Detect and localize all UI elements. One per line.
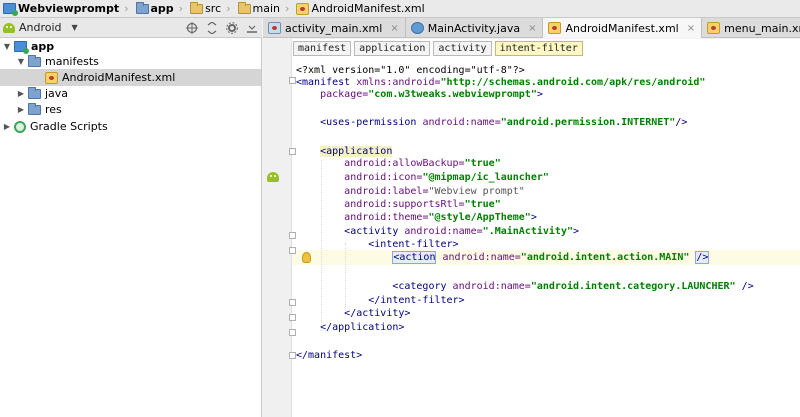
- project-tree: ▼ app ▼ manifests AndroidManifest.xml ▶ …: [0, 38, 262, 417]
- fold-marker[interactable]: [289, 352, 296, 359]
- editor-gutter: [263, 39, 292, 417]
- xml-crumb-manifest[interactable]: manifest: [293, 41, 352, 56]
- chevron-right-icon[interactable]: ▶: [2, 122, 12, 131]
- breadcrumb-file[interactable]: AndroidManifest.xml: [293, 0, 428, 18]
- fold-marker[interactable]: [289, 314, 296, 321]
- close-icon[interactable]: ×: [528, 23, 536, 34]
- gear-icon[interactable]: [225, 21, 238, 34]
- menu-file-icon: [707, 22, 721, 34]
- xml-crumb-intent-filter[interactable]: intent-filter: [494, 41, 583, 56]
- code-line-17: <category android:name="android.intent.c…: [392, 281, 754, 292]
- breadcrumb-project[interactable]: Webviewprompt ›: [0, 0, 133, 18]
- xml-file-icon: [296, 2, 310, 15]
- tab-menu-main[interactable]: menu_main.xml ×: [702, 18, 800, 38]
- xml-crumb-activity[interactable]: activity: [433, 41, 492, 56]
- folder-icon: [28, 86, 41, 99]
- folder-icon: [28, 54, 41, 67]
- code-line-15: <action android:name="android.intent.act…: [392, 251, 710, 264]
- breadcrumb-main[interactable]: main ›: [235, 0, 294, 18]
- chevron-right-icon: ›: [285, 2, 290, 15]
- chevron-right-icon[interactable]: ▶: [16, 105, 26, 114]
- java-file-icon: [410, 22, 424, 34]
- folder-icon: [28, 102, 41, 115]
- tree-node-gradle-scripts[interactable]: ▶ Gradle Scripts: [0, 118, 261, 135]
- fold-marker[interactable]: [289, 77, 296, 84]
- tree-node-res[interactable]: ▶ res: [0, 101, 261, 118]
- folder-icon: [135, 1, 149, 14]
- code-line-5: <uses-permission android:name="android.p…: [320, 117, 688, 128]
- editor-tab-bar: activity_main.xml × MainActivity.java × …: [263, 18, 800, 38]
- chevron-down-icon[interactable]: ▼: [16, 57, 26, 66]
- code-line-3: package="com.w3tweaks.webviewprompt">: [320, 89, 543, 100]
- xml-file-icon: [548, 22, 562, 34]
- close-icon[interactable]: ×: [687, 23, 695, 34]
- module-icon: [3, 3, 18, 16]
- chevron-right-icon[interactable]: ▶: [16, 89, 26, 98]
- fold-marker[interactable]: [289, 247, 296, 254]
- target-icon[interactable]: [185, 21, 198, 34]
- xml-file-icon: [45, 71, 58, 84]
- android-icon[interactable]: [267, 172, 279, 182]
- close-icon[interactable]: ×: [390, 23, 398, 34]
- code-line-9: android:icon="@mipmap/ic_launcher": [344, 172, 549, 183]
- code-line-20: </application>: [320, 322, 405, 333]
- android-icon: [3, 22, 15, 33]
- code-line-12: android:theme="@style/AppTheme">: [344, 212, 537, 223]
- tree-node-androidmanifest[interactable]: AndroidManifest.xml: [0, 69, 261, 86]
- hide-panel-icon[interactable]: [245, 21, 258, 34]
- module-icon: [14, 41, 29, 54]
- fold-marker[interactable]: [289, 232, 296, 239]
- gradle-icon: [14, 120, 26, 133]
- chevron-down-icon: ▼: [71, 23, 78, 32]
- tree-node-manifests[interactable]: ▼ manifests: [0, 53, 261, 70]
- fold-marker[interactable]: [289, 299, 296, 306]
- code-line-22: </manifest>: [296, 350, 363, 361]
- collapse-all-icon[interactable]: [205, 21, 218, 34]
- code-editor[interactable]: manifest application activity intent-fil…: [263, 39, 800, 417]
- code-line-19: </activity>: [344, 308, 411, 319]
- tab-mainactivity[interactable]: MainActivity.java ×: [406, 18, 544, 38]
- fold-marker[interactable]: [289, 148, 296, 155]
- chevron-right-icon: ›: [226, 2, 231, 15]
- xml-path-breadcrumb: manifest application activity intent-fil…: [293, 41, 583, 57]
- chevron-right-icon: ›: [124, 2, 129, 15]
- chevron-down-icon[interactable]: ▼: [2, 42, 12, 51]
- folder-icon: [190, 1, 204, 14]
- tab-activity-main[interactable]: activity_main.xml ×: [263, 18, 406, 38]
- tab-androidmanifest[interactable]: AndroidManifest.xml ×: [543, 18, 703, 38]
- layout-file-icon: [268, 22, 281, 34]
- folder-icon: [237, 1, 251, 14]
- chevron-right-icon: ›: [178, 2, 184, 15]
- tree-node-java[interactable]: ▶ java: [0, 85, 261, 102]
- project-panel-header: Android ▼: [0, 18, 262, 38]
- fold-marker[interactable]: [289, 329, 296, 336]
- breadcrumb-src[interactable]: src ›: [187, 0, 234, 18]
- project-view-selector[interactable]: Android ▼: [3, 21, 78, 34]
- code-line-8: android:allowBackup="true": [344, 158, 501, 169]
- xml-crumb-application[interactable]: application: [354, 41, 431, 56]
- navigation-breadcrumb: Webviewprompt › app › src › main › Andro…: [0, 0, 800, 18]
- breadcrumb-app[interactable]: app ›: [133, 0, 188, 18]
